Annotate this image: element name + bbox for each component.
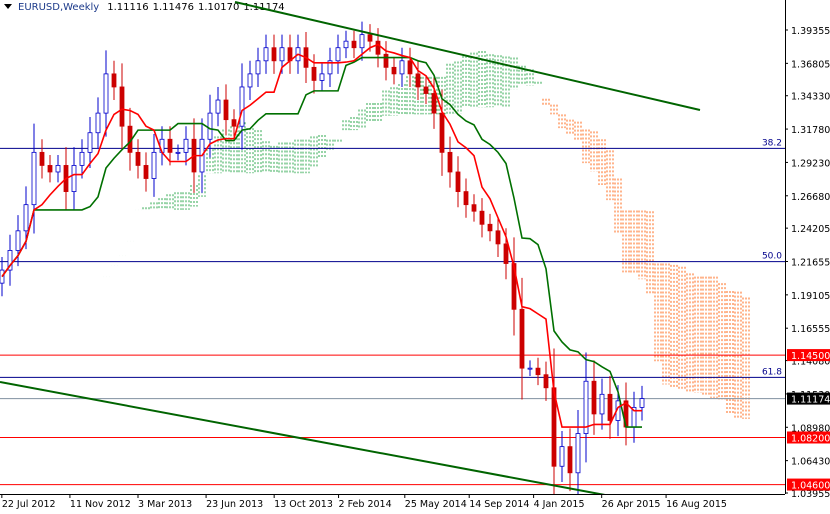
candle-body bbox=[447, 151, 453, 173]
y-tick-label: 1.36805 bbox=[791, 59, 830, 70]
candle-body bbox=[151, 151, 157, 179]
y-tick-label: 1.26680 bbox=[791, 192, 830, 203]
candle-body bbox=[415, 73, 421, 88]
current-price-tag: 1.11174 bbox=[791, 395, 830, 406]
candle-body bbox=[575, 433, 581, 474]
candle-body bbox=[399, 60, 405, 75]
candle-body bbox=[487, 223, 493, 232]
candle-body bbox=[23, 204, 29, 232]
level-price-tag: 1.08200 bbox=[791, 433, 830, 444]
candle-body bbox=[223, 99, 229, 121]
candle-body bbox=[119, 86, 125, 127]
candle-body bbox=[503, 243, 509, 264]
candle-body bbox=[39, 151, 45, 166]
y-tick-label: 1.24205 bbox=[791, 224, 830, 235]
x-tick-label: 22 Jul 2012 bbox=[2, 499, 56, 510]
candle-body bbox=[407, 60, 413, 75]
level-price-tag: 1.14500 bbox=[791, 351, 830, 362]
x-tick-label: 14 Sep 2014 bbox=[469, 499, 529, 510]
candle-body bbox=[95, 112, 101, 134]
candle-body bbox=[343, 40, 349, 49]
fib-level-label: 61.8 bbox=[762, 367, 782, 377]
candle-body bbox=[135, 151, 141, 166]
candle-body bbox=[311, 66, 317, 81]
candle-body bbox=[567, 446, 573, 474]
candle-body bbox=[207, 112, 213, 140]
x-tick-label: 3 Mar 2013 bbox=[138, 499, 192, 510]
y-tick-label: 1.29230 bbox=[791, 158, 830, 169]
candle-body bbox=[423, 86, 429, 94]
candle-body bbox=[351, 40, 357, 49]
candle-body bbox=[359, 34, 365, 49]
candle-body bbox=[103, 73, 109, 114]
candle-body bbox=[463, 191, 469, 206]
candle-body bbox=[239, 86, 245, 127]
candle-body bbox=[255, 60, 261, 75]
y-tick-label: 1.31780 bbox=[791, 125, 830, 136]
candle-body bbox=[583, 380, 589, 434]
candle-body bbox=[535, 367, 541, 376]
x-tick-label: 4 Jan 2015 bbox=[534, 499, 585, 510]
candle-body bbox=[247, 73, 253, 88]
x-tick-label: 2 Feb 2014 bbox=[339, 499, 392, 510]
candle-body bbox=[271, 47, 277, 62]
y-tick-label: 1.34330 bbox=[791, 92, 830, 103]
x-tick-label: 11 Nov 2012 bbox=[70, 499, 131, 510]
x-tick-label: 16 Aug 2015 bbox=[666, 499, 727, 510]
candle-body bbox=[543, 374, 549, 389]
candle-body bbox=[167, 138, 173, 153]
candle-body bbox=[215, 99, 221, 114]
fib-level-label: 38.2 bbox=[762, 138, 782, 148]
x-tick-label: 26 Apr 2015 bbox=[602, 499, 661, 510]
y-tick-label: 1.16555 bbox=[791, 324, 830, 335]
candle-body bbox=[15, 230, 21, 251]
y-tick-label: 1.39355 bbox=[791, 26, 830, 37]
candle-body bbox=[335, 47, 341, 62]
candle-body bbox=[263, 47, 269, 62]
candle-body bbox=[71, 165, 77, 192]
y-tick-label: 1.19105 bbox=[791, 291, 830, 302]
candle-body bbox=[383, 53, 389, 68]
candle-body bbox=[591, 380, 597, 415]
candle-body bbox=[143, 165, 149, 179]
x-tick-label: 13 Oct 2013 bbox=[274, 499, 333, 510]
fib-level-label: 50.0 bbox=[762, 252, 782, 262]
candle-body bbox=[559, 446, 565, 467]
candle-body bbox=[79, 151, 85, 166]
candle-body bbox=[431, 93, 437, 114]
candle-body bbox=[391, 66, 397, 75]
candle-body bbox=[439, 112, 445, 153]
candle-body bbox=[527, 367, 533, 370]
candle-body bbox=[607, 393, 613, 421]
candle-body bbox=[319, 73, 325, 81]
candle-body bbox=[183, 138, 189, 153]
candle-body bbox=[367, 34, 373, 42]
x-tick-label: 25 May 2014 bbox=[405, 499, 467, 510]
candle-body bbox=[639, 398, 645, 408]
price-chart[interactable]: 38.2 50.0 61.8 1.39355 1.36805 1.34330 1.31780… bbox=[0, 0, 830, 514]
y-tick-label: 1.06430 bbox=[791, 457, 830, 468]
ichimoku-cloud bbox=[142, 50, 750, 419]
candle-body bbox=[55, 165, 61, 173]
candle-body bbox=[87, 132, 93, 153]
candle-body bbox=[111, 73, 117, 88]
candle-body bbox=[31, 151, 37, 206]
candle-body bbox=[279, 47, 285, 62]
candle-body bbox=[471, 204, 477, 212]
candle-body bbox=[175, 151, 181, 154]
candle-body bbox=[455, 171, 461, 192]
candle-body bbox=[479, 210, 485, 225]
x-tick-label: 23 Jun 2013 bbox=[206, 499, 263, 510]
candle-body bbox=[599, 393, 605, 415]
candle-body bbox=[519, 308, 525, 369]
candle-body bbox=[47, 165, 53, 173]
candle-body bbox=[231, 119, 237, 127]
y-tick-label: 1.21655 bbox=[791, 258, 830, 269]
candle-body bbox=[495, 230, 501, 245]
level-price-tag: 1.04600 bbox=[791, 481, 830, 492]
candle-body bbox=[375, 40, 381, 55]
